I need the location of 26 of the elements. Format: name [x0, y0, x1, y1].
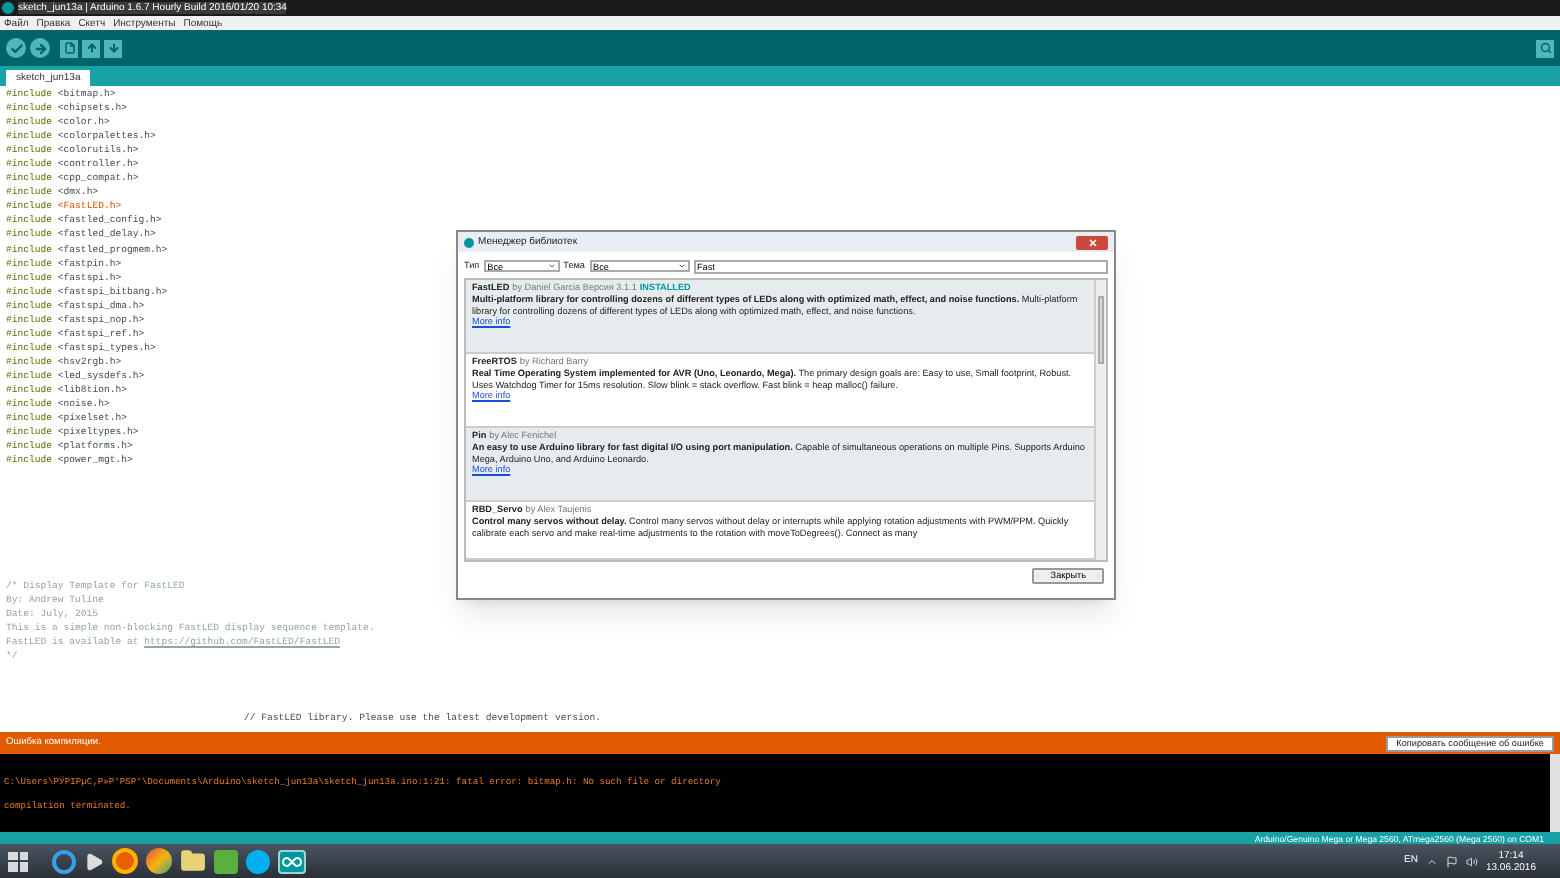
app-icon — [464, 237, 474, 247]
open-button[interactable] — [82, 39, 100, 57]
app-icon — [2, 2, 14, 14]
scrollbar[interactable] — [1094, 280, 1106, 560]
close-button[interactable] — [1076, 235, 1108, 249]
new-button[interactable] — [60, 39, 78, 57]
serial-monitor-button[interactable] — [1536, 39, 1554, 57]
verify-button[interactable] — [6, 38, 26, 58]
globe-icon[interactable] — [52, 849, 76, 873]
square-icon[interactable] — [214, 849, 238, 873]
library-item[interactable] — [466, 428, 1094, 502]
ring-icon[interactable] — [112, 848, 138, 874]
chevron-icon — [1425, 855, 1438, 867]
save-button[interactable] — [104, 39, 122, 57]
start-button[interactable] — [8, 851, 28, 871]
flag-icon — [1445, 855, 1458, 867]
play-icon[interactable] — [84, 851, 104, 871]
speaker-icon — [1465, 855, 1478, 867]
library-item[interactable] — [466, 280, 1094, 354]
library-item[interactable] — [466, 502, 1094, 560]
library-item[interactable] — [466, 354, 1094, 428]
infinity-icon[interactable] — [278, 849, 306, 873]
upload-button[interactable] — [30, 38, 50, 58]
close-icon — [1087, 237, 1097, 247]
folder-icon[interactable] — [180, 848, 206, 874]
scrollbar — [1550, 754, 1560, 832]
